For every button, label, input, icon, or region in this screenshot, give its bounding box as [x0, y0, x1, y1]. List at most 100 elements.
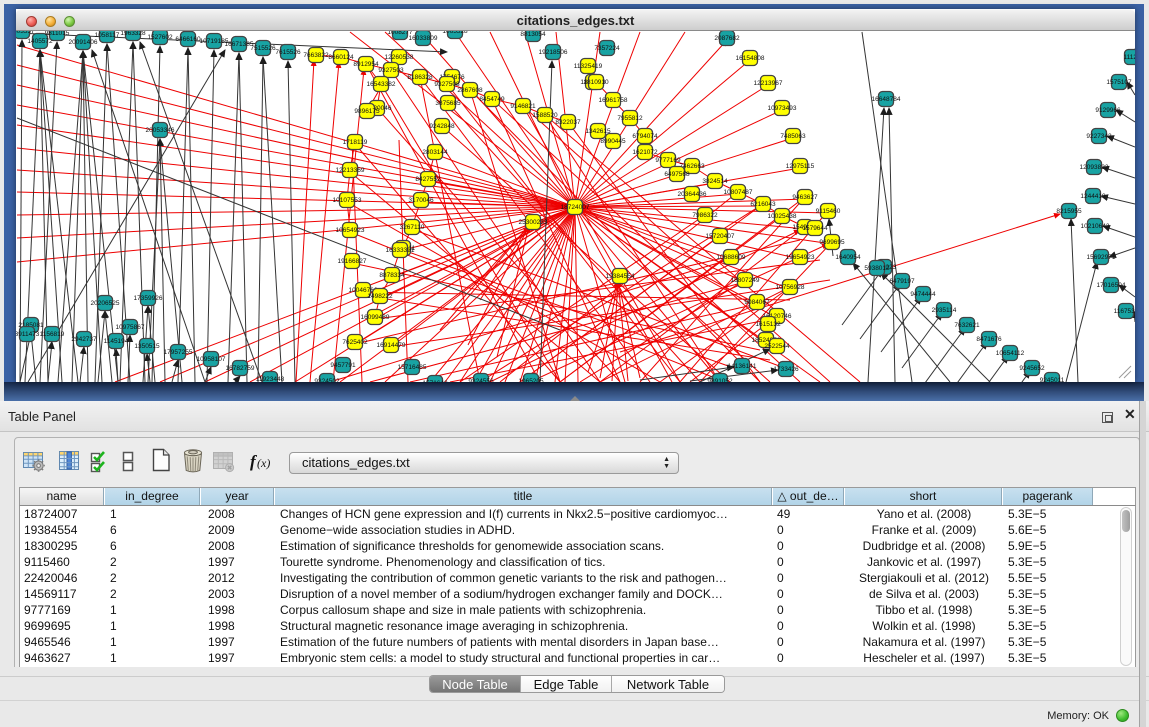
- svg-text:3911473: 3911473: [16, 331, 40, 338]
- svg-text:7615526: 7615526: [275, 49, 301, 56]
- svg-text:9115460: 9115460: [816, 208, 841, 215]
- svg-text:9242848: 9242848: [429, 123, 455, 130]
- svg-text:19166827: 19166827: [338, 258, 367, 265]
- svg-text:9896175: 9896175: [354, 108, 380, 115]
- svg-text:9324502: 9324502: [314, 378, 340, 382]
- svg-text:6466160: 6466160: [175, 36, 201, 43]
- svg-text:8813054: 8813054: [520, 31, 546, 38]
- svg-text:1156819: 1156819: [40, 331, 65, 338]
- svg-text:10958107: 10958107: [197, 356, 226, 363]
- svg-text:20364436: 20364436: [678, 191, 707, 198]
- svg-text:10210643: 10210643: [1081, 223, 1110, 230]
- svg-text:16914479: 16914479: [377, 342, 406, 349]
- svg-text:16333391: 16333391: [386, 247, 415, 254]
- svg-text:2935114: 2935114: [932, 307, 957, 314]
- svg-text:15716485: 15716485: [398, 364, 427, 371]
- svg-text:18807249: 18807249: [731, 277, 760, 284]
- svg-text:9324556: 9324556: [468, 378, 494, 382]
- svg-text:1588520: 1588520: [532, 112, 558, 119]
- svg-text:1615132: 1615132: [755, 321, 781, 328]
- svg-text:8990445: 8990445: [600, 138, 626, 145]
- svg-text:3170046: 3170046: [408, 197, 434, 204]
- svg-text:8215955: 8215955: [1056, 208, 1082, 215]
- svg-text:2522544: 2522544: [764, 343, 790, 350]
- svg-text:1145194: 1145194: [104, 338, 129, 345]
- svg-text:16543382: 16543382: [367, 81, 396, 88]
- svg-text:1167533: 1167533: [1114, 308, 1135, 315]
- svg-text:20206525: 20206525: [91, 300, 120, 307]
- svg-text:2087682: 2087682: [714, 35, 740, 42]
- svg-text:1571640: 1571640: [422, 380, 448, 382]
- svg-text:1640954: 1640954: [835, 254, 861, 261]
- svg-text:25300233: 25300233: [519, 219, 548, 226]
- svg-text:7515526: 7515526: [250, 45, 276, 52]
- svg-text:7625402: 7625402: [342, 339, 368, 346]
- svg-text:10807487: 10807487: [724, 189, 753, 196]
- svg-text:7485063: 7485063: [780, 133, 806, 140]
- svg-text:1405572: 1405572: [27, 38, 53, 45]
- svg-text:9227342: 9227342: [1086, 133, 1112, 140]
- svg-text:3875685: 3875685: [435, 100, 461, 107]
- svg-text:9245011: 9245011: [1040, 377, 1065, 382]
- svg-text:1575107: 1575107: [1106, 79, 1132, 86]
- svg-text:20053346: 20053346: [146, 127, 175, 134]
- svg-text:8322037: 8322037: [555, 119, 581, 126]
- svg-text:11325419: 11325419: [574, 63, 603, 70]
- svg-text:2803144: 2803144: [422, 149, 448, 156]
- svg-text:10107553: 10107553: [333, 197, 362, 204]
- svg-text:12213369: 12213369: [336, 167, 365, 174]
- svg-text:1733426: 1733426: [773, 366, 799, 373]
- svg-text:19218506: 19218506: [539, 49, 568, 56]
- svg-text:8454749: 8454749: [479, 96, 505, 103]
- svg-text:6216043: 6216043: [750, 201, 776, 208]
- svg-text:16154808: 16154808: [736, 55, 765, 62]
- svg-text:6479197: 6479197: [889, 278, 915, 285]
- svg-text:1621072: 1621072: [632, 149, 658, 156]
- svg-text:7663822: 7663822: [303, 52, 329, 59]
- svg-text:1350515: 1350515: [134, 343, 160, 350]
- svg-text:8660124: 8660124: [328, 54, 354, 61]
- svg-text:12260538: 12260538: [385, 54, 414, 61]
- svg-text:6497568: 6497568: [664, 171, 690, 178]
- svg-text:7955812: 7955812: [617, 115, 643, 122]
- svg-text:3824514: 3824514: [702, 178, 728, 185]
- svg-text:11923448: 11923448: [256, 376, 285, 382]
- svg-text:20091406: 20091406: [69, 39, 98, 46]
- svg-text:8878334: 8878334: [379, 272, 405, 279]
- svg-text:1718119: 1718119: [343, 139, 368, 146]
- svg-text:1065528: 1065528: [442, 31, 468, 35]
- svg-text:9777169: 9777169: [655, 157, 681, 164]
- svg-text:7986322: 7986322: [692, 212, 718, 219]
- svg-text:16033809: 16033809: [409, 35, 438, 42]
- svg-text:1810910: 1810910: [583, 79, 609, 86]
- svg-text:12975115: 12975115: [786, 163, 815, 170]
- svg-text:9699695: 9699695: [819, 239, 845, 246]
- svg-text:6794074: 6794074: [632, 133, 658, 140]
- svg-text:2867608: 2867608: [457, 87, 483, 94]
- svg-text:16961758: 16961758: [599, 97, 628, 104]
- svg-text:10975867: 10975867: [116, 324, 145, 331]
- svg-text:15692971: 15692971: [1087, 254, 1116, 261]
- svg-text:1244419: 1244419: [1080, 193, 1106, 200]
- svg-text:9457791: 9457791: [330, 362, 356, 369]
- svg-text:9474444: 9474444: [910, 291, 936, 298]
- svg-text:9129966: 9129966: [1095, 107, 1121, 114]
- svg-text:1065205: 1065205: [518, 378, 544, 382]
- svg-text:16782759: 16782759: [226, 365, 255, 372]
- svg-text:8471676: 8471676: [976, 336, 1002, 343]
- svg-text:10756928: 10756928: [776, 284, 805, 291]
- svg-text:9146821: 9146821: [510, 103, 536, 110]
- svg-text:11124: 11124: [1123, 54, 1135, 61]
- svg-text:8427552: 8427552: [415, 176, 441, 183]
- svg-text:1058117: 1058117: [95, 32, 120, 39]
- svg-text:7632621: 7632621: [954, 322, 980, 329]
- svg-text:10688609: 10688609: [717, 254, 746, 261]
- svg-text:3267110: 3267110: [400, 224, 425, 231]
- svg-text:10654112: 10654112: [996, 350, 1025, 357]
- svg-text:17359926: 17359926: [134, 295, 163, 302]
- svg-text:10973493: 10973493: [768, 105, 797, 112]
- svg-text:10025438: 10025438: [768, 213, 797, 220]
- svg-text:8186328: 8186328: [407, 74, 433, 81]
- svg-text:1527602: 1527602: [147, 34, 173, 41]
- svg-text:1579644: 1579644: [802, 225, 828, 232]
